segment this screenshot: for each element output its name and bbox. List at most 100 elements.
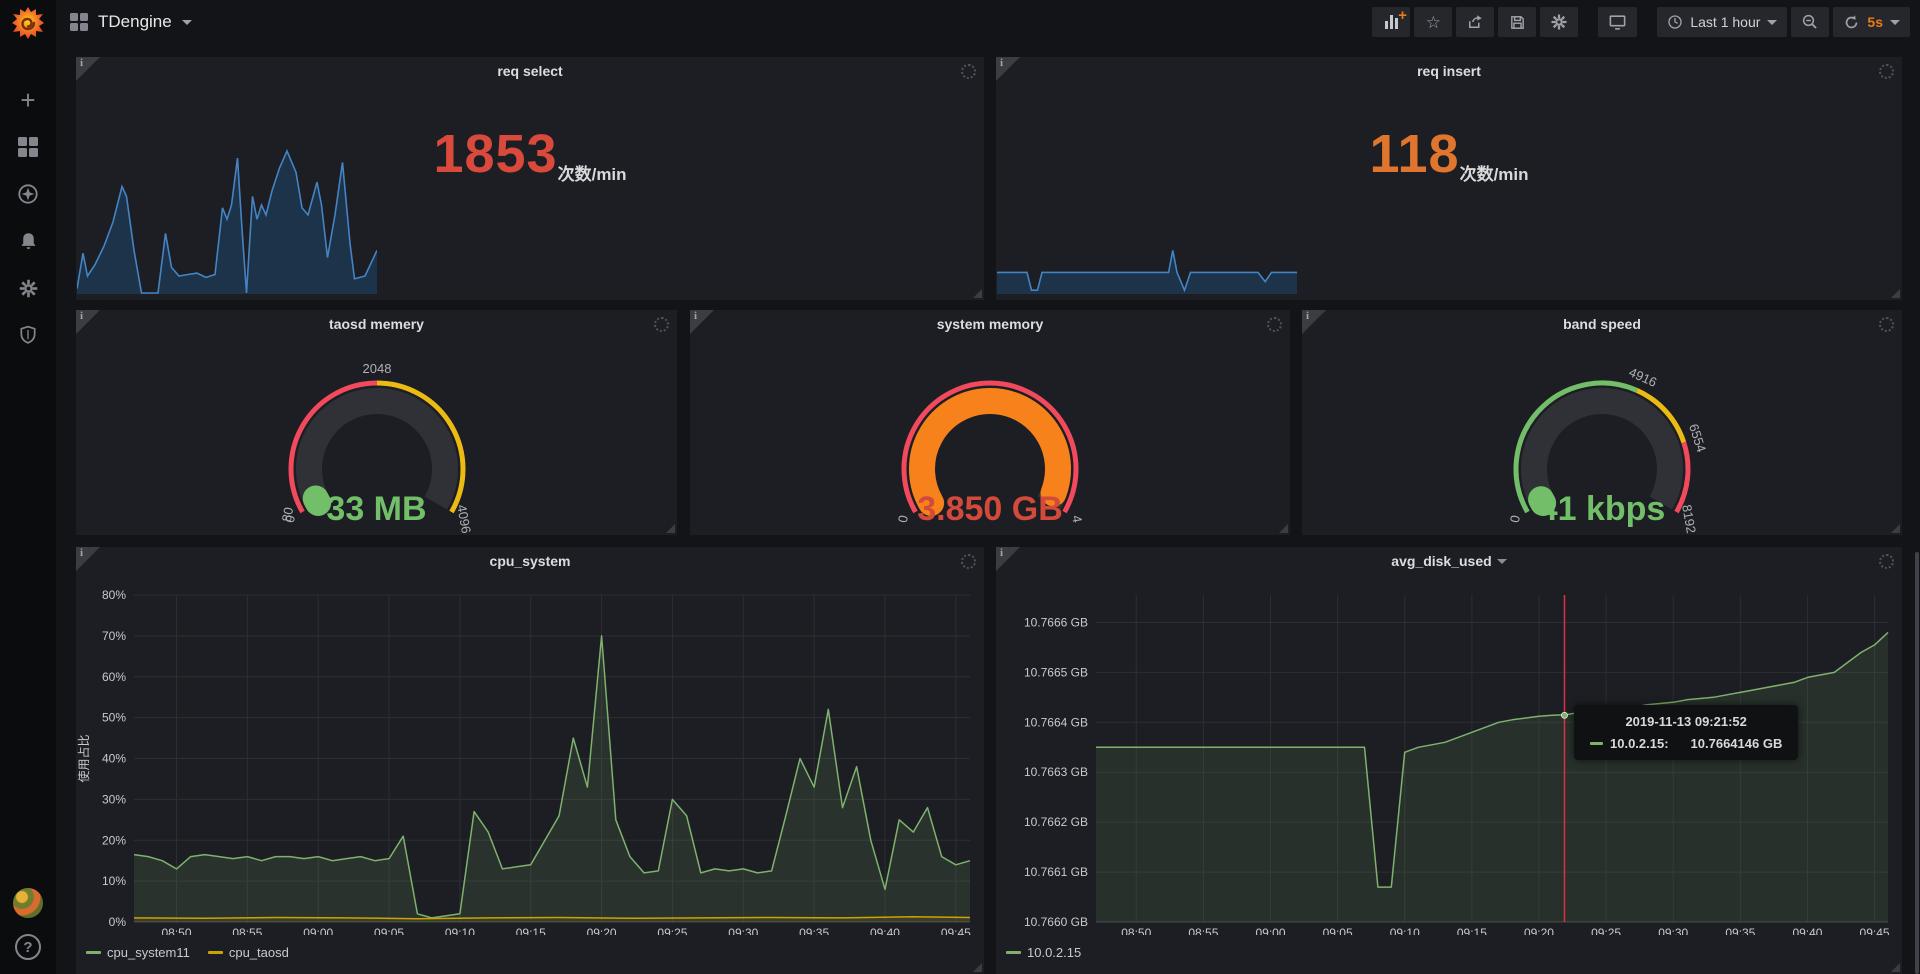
panel-title[interactable]: req select: [76, 57, 984, 85]
svg-text:09:25: 09:25: [1591, 926, 1621, 935]
svg-text:09:25: 09:25: [657, 926, 687, 935]
svg-text:09:30: 09:30: [728, 926, 758, 935]
panel-title[interactable]: req insert: [996, 57, 1902, 85]
panel-info-icon[interactable]: i: [690, 310, 714, 334]
cpu-system-chart[interactable]: 0%10%20%30%40%50%60%70%80%08:5008:5509:0…: [76, 575, 984, 935]
series-dash-icon: [1590, 742, 1603, 745]
svg-text:使用占比: 使用占比: [76, 734, 91, 782]
panel-resize-handle[interactable]: [1891, 963, 1900, 972]
add-panel-button[interactable]: +: [1372, 7, 1410, 37]
refresh-button[interactable]: 5s: [1833, 7, 1910, 37]
sidebar-configuration-button[interactable]: [17, 277, 39, 299]
server-admin-shield-icon: [18, 325, 38, 345]
panel-info-icon[interactable]: i: [76, 547, 100, 571]
svg-text:10.7666 GB: 10.7666 GB: [1024, 615, 1088, 629]
panel-loading-icon: [1267, 317, 1282, 332]
taosd-memory-gauge: 08020484096 33 MB: [262, 364, 492, 554]
svg-text:20%: 20%: [102, 833, 126, 847]
svg-text:09:05: 09:05: [374, 926, 404, 935]
sidebar-dashboards-button[interactable]: [17, 136, 39, 158]
singlestat-value: 118次数/min: [996, 85, 1902, 300]
svg-text:50%: 50%: [102, 711, 126, 725]
panel-resize-handle[interactable]: [1891, 524, 1900, 533]
svg-text:08:55: 08:55: [232, 926, 262, 935]
panel-title[interactable]: system memory: [690, 310, 1290, 338]
zoom-out-button[interactable]: [1791, 7, 1829, 37]
panel-title[interactable]: taosd memery: [76, 310, 677, 338]
legend-item[interactable]: cpu_taosd: [208, 945, 289, 960]
plus-icon: +: [20, 90, 35, 110]
help-button[interactable]: ?: [15, 934, 41, 960]
band-speed-gauge: 0491665548192 41 kbps: [1487, 364, 1717, 554]
svg-text:09:05: 09:05: [1323, 926, 1353, 935]
zoom-out-icon: [1801, 13, 1819, 31]
svg-text:09:15: 09:15: [1457, 926, 1487, 935]
svg-text:09:30: 09:30: [1658, 926, 1688, 935]
system-memory-gauge: 04 3.850 GB: [875, 364, 1105, 554]
series-dash-icon: [208, 951, 223, 954]
panel-system-memory: i system memory 04 3.850 GB: [690, 310, 1290, 535]
svg-text:08:50: 08:50: [1121, 926, 1151, 935]
svg-text:09:15: 09:15: [516, 926, 546, 935]
user-avatar[interactable]: [13, 888, 43, 918]
sidebar-create-button[interactable]: +: [17, 89, 39, 111]
panel-info-icon[interactable]: i: [1302, 310, 1326, 334]
panel-resize-handle[interactable]: [973, 963, 982, 972]
navbar-actions: + ☆: [1372, 7, 1910, 37]
top-navbar: TDengine + ☆: [56, 0, 1920, 44]
panel-resize-handle[interactable]: [1279, 524, 1288, 533]
share-icon: [1466, 13, 1484, 31]
monitor-icon: [1608, 13, 1627, 32]
legend-item[interactable]: cpu_system11: [86, 945, 190, 960]
svg-text:70%: 70%: [102, 629, 126, 643]
grafana-logo-icon[interactable]: [10, 5, 46, 41]
sidebar-alerting-button[interactable]: [17, 230, 39, 252]
panel-loading-icon: [961, 64, 976, 79]
save-button[interactable]: [1498, 7, 1536, 37]
dashboard-picker[interactable]: TDengine: [70, 12, 192, 32]
svg-text:30%: 30%: [102, 792, 126, 806]
svg-text:10.7661 GB: 10.7661 GB: [1024, 865, 1088, 879]
page-scrollbar[interactable]: [1915, 552, 1919, 974]
singlestat-value: 1853次数/min: [76, 85, 984, 300]
svg-text:80%: 80%: [102, 588, 126, 602]
panel-loading-icon: [1879, 64, 1894, 79]
refresh-interval-label: 5s: [1867, 14, 1883, 30]
svg-text:09:45: 09:45: [941, 926, 971, 935]
time-range-label: Last 1 hour: [1690, 14, 1760, 30]
cycle-view-button[interactable]: [1598, 7, 1637, 37]
panel-req-insert: i req insert 118次数/min: [996, 57, 1902, 300]
star-icon: ☆: [1426, 14, 1441, 31]
legend-item[interactable]: 10.0.2.15: [1006, 945, 1081, 960]
panel-title[interactable]: band speed: [1302, 310, 1902, 338]
panel-resize-handle[interactable]: [666, 524, 675, 533]
panel-loading-icon: [961, 554, 976, 569]
dashboard-settings-button[interactable]: [1540, 7, 1578, 37]
dashboard-title: TDengine: [98, 12, 172, 32]
svg-text:10.7660 GB: 10.7660 GB: [1024, 915, 1088, 929]
chart-legend: cpu_system11 cpu_taosd: [86, 945, 289, 960]
alerting-bell-icon: [18, 231, 39, 252]
share-button[interactable]: [1456, 7, 1494, 37]
svg-text:08:55: 08:55: [1188, 926, 1218, 935]
settings-gear-icon: [1550, 13, 1568, 31]
tooltip-series: 10.0.2.15:: [1610, 736, 1669, 751]
panel-info-icon[interactable]: i: [76, 310, 100, 334]
save-icon: [1509, 14, 1526, 31]
panel-title[interactable]: avg_disk_used: [996, 547, 1902, 575]
sidebar-admin-button[interactable]: [17, 324, 39, 346]
panel-info-icon[interactable]: i: [996, 57, 1020, 81]
time-picker-button[interactable]: Last 1 hour: [1657, 7, 1787, 37]
star-button[interactable]: ☆: [1414, 7, 1452, 37]
svg-text:09:45: 09:45: [1860, 926, 1890, 935]
panel-taosd-memory: i taosd memery 08020484096 33 MB: [76, 310, 677, 535]
panel-title[interactable]: cpu_system: [76, 547, 984, 575]
panel-info-icon[interactable]: i: [996, 547, 1020, 571]
svg-text:09:40: 09:40: [1792, 926, 1822, 935]
panel-info-icon[interactable]: i: [76, 57, 100, 81]
svg-text:09:10: 09:10: [1390, 926, 1420, 935]
series-dash-icon: [86, 951, 101, 954]
sidebar-explore-button[interactable]: [17, 183, 39, 205]
svg-text:6554: 6554: [1686, 422, 1709, 454]
panel-cpu-system: i cpu_system 0%10%20%30%40%50%60%70%80%0…: [76, 547, 984, 974]
